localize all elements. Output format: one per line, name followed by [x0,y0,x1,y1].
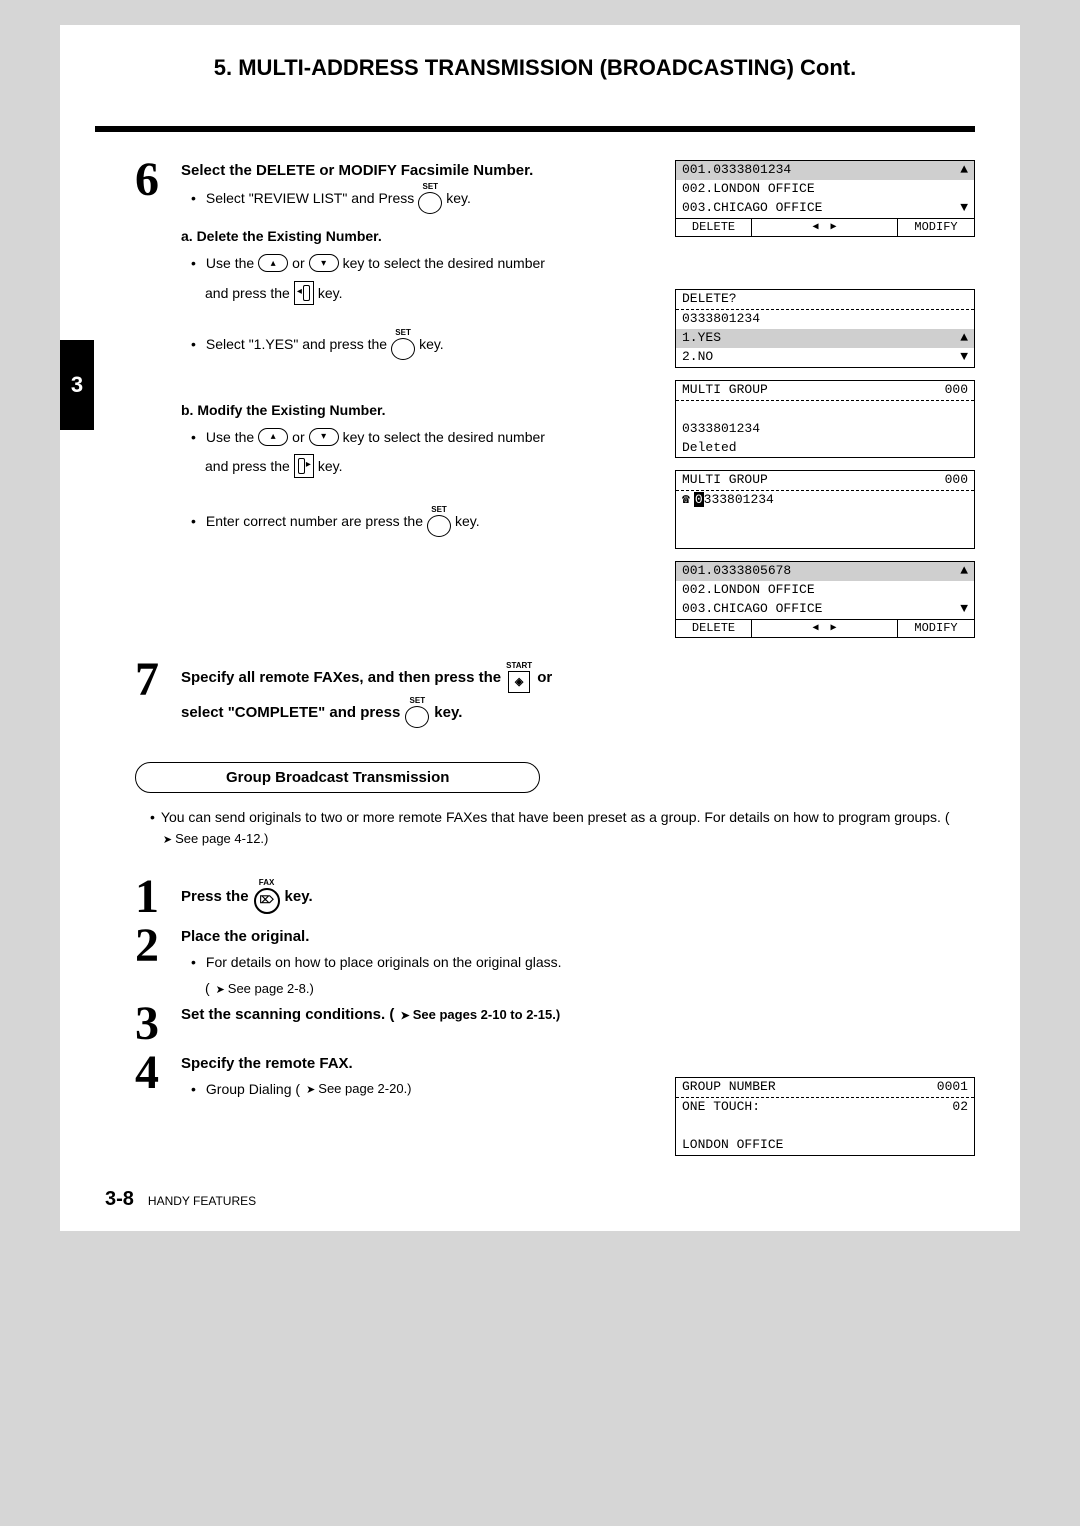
footer-section: HANDY FEATURES [148,1194,256,1208]
set-key-icon [405,706,429,728]
step6b-heading: b. Modify the Existing Number. [181,402,657,418]
text: key. [318,458,343,474]
text: and press the [205,285,290,301]
g4-body: Group Dialing ( See page 2-20.) [191,1076,657,1103]
set-key-icon [418,192,442,214]
text: and press the [205,458,290,474]
step-number-g1: 1 [135,877,175,918]
left-key-icon [294,281,314,305]
g3-title: Set the scanning conditions. ( See pages… [181,1006,657,1023]
lcd-screen-group: GROUP NUMBER0001 ONE TOUCH:02 LONDON OFF… [675,1077,975,1156]
down-key-icon: ▾ [309,254,339,272]
step6-title: Select the DELETE or MODIFY Facsimile Nu… [181,162,657,179]
g1-title: Press the FAX⌦ key. [181,879,657,914]
group-note: • You can send originals to two or more … [150,807,975,849]
g2-title: Place the original. [181,928,657,945]
phone-icon [682,492,694,507]
up-key-icon: ▴ [258,428,288,446]
fax-key-icon: ⌦ [254,888,280,914]
step7-line1: Specify all remote FAXes, and then press… [181,662,975,693]
step6b-bullet1: Use the ▴ or ▾ key to select the desired… [191,424,657,451]
step6a-bullet1: Use the ▴ or ▾ key to select the desired… [191,250,657,277]
step7-line2: select "COMPLETE" and press SET key. [181,697,975,728]
text: key. [318,285,343,301]
lcd-screen-delete: DELETE? 0333801234 1.YES▲ 2.NO▼ [675,289,975,368]
step-number-g4: 4 [135,1053,175,1107]
down-key-icon: ▾ [309,428,339,446]
page-number: 3-8 [105,1188,134,1211]
g4-title: Specify the remote FAX. [181,1055,657,1072]
lcd-screen-1: 001.0333801234▲ 002.LONDON OFFICE 003.CH… [675,160,975,237]
rule [95,126,975,132]
set-key-icon [391,338,415,360]
chapter-tab: 3 [60,340,94,430]
step6b-bullet2: Enter correct number are press the SET k… [191,506,657,537]
step6a-bullet2: Select "1.YES" and press the SET key. [191,329,657,360]
step-number-g2: 2 [135,926,175,996]
step-number-7: 7 [135,660,175,732]
step-number-g3: 3 [135,1004,175,1045]
page-ref: See page 2-8.) [214,981,314,996]
g2-body: For details on how to place originals on… [191,949,657,976]
lcd-screen-multi1: MULTI GROUP000 0333801234 Deleted [675,380,975,459]
page-title: 5. MULTI-ADDRESS TRANSMISSION (BROADCAST… [95,55,975,81]
right-key-icon [294,454,314,478]
up-key-icon: ▴ [258,254,288,272]
step-number-6: 6 [135,160,175,541]
lcd-screen-multi2: MULTI GROUP000 0333801234 [675,470,975,549]
step6-bullet: Select "REVIEW LIST" and Press SET key. [191,183,657,214]
lcd-screen-2: 001.0333805678▲ 002.LONDON OFFICE 003.CH… [675,561,975,638]
section-pill: Group Broadcast Transmission [135,762,540,793]
set-key-icon [427,515,451,537]
text: ( [205,980,210,996]
start-key-icon: ◈ [508,671,530,693]
step6a-heading: a. Delete the Existing Number. [181,228,657,244]
